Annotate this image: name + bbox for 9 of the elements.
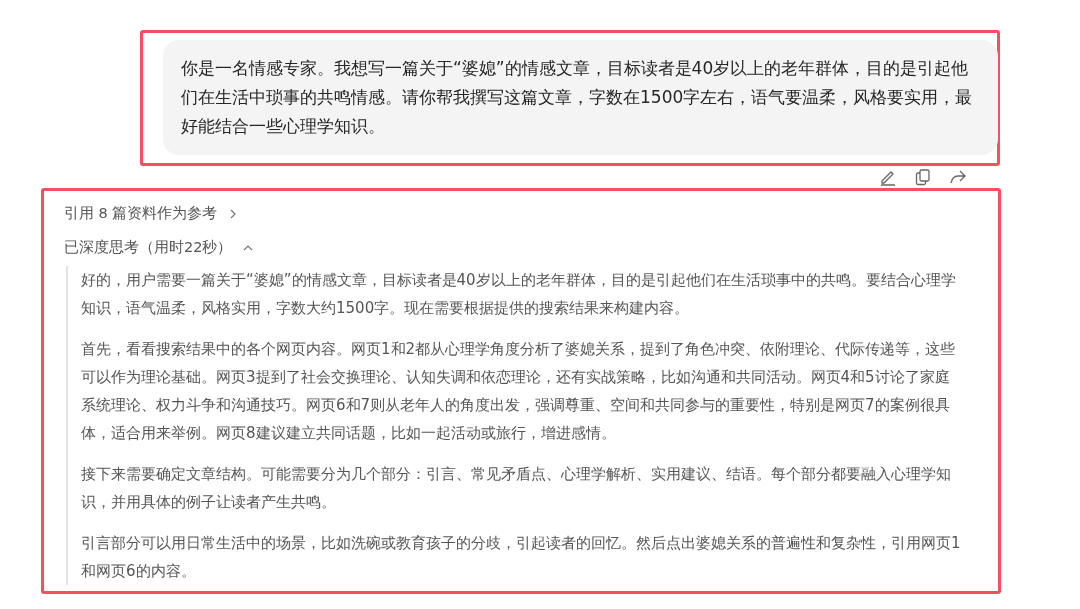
thought-paragraph: 引言部分可以用日常生活中的场景，比如洗碗或教育孩子的分歧，引起读者的回忆。然后点出婆媳关系的普遍性和复杂性，引用网页1和网页6的内容。 xyxy=(81,533,962,582)
copy-icon[interactable] xyxy=(914,168,932,186)
references-toggle[interactable]: 引用 8 篇资料作为参考 xyxy=(64,204,240,223)
thought-paragraph: 好的，用户需要一篇关于“婆媳”的情感文章，目标读者是40岁以上的老年群体，目的是引起他们在生活琐事中的共鸣。要结合心理学知识，语气温柔，风格实用，字数大约1500字。现在需要根据提供的搜索结果来构建内容。 xyxy=(81,270,957,319)
share-icon[interactable] xyxy=(949,168,967,186)
thought-paragraph: 接下来需要确定文章结构。可能需要分为几个部分：引言、常见矛盾点、心理学解析、实用建议、结语。每个部分都要融入心理学知识，并用具体的例子让读者产生共鸣。 xyxy=(81,464,952,513)
thought-paragraph: 首先，看看搜索结果中的各个网页内容。网页1和2都从心理学角度分析了婆媳关系，提到了角色冲突、依附理论、代际传递等，这些可以作为理论基础。网页3提到了社会交换理论、认知失调和依恋理论，还有实战策略，比如沟通和共同活动。网页4和5讨论了家庭系统理论、权力斗争和沟通技巧。网页6和7则从老年人的角度出发，强调尊重、空间和共同参与的重要性，特别是网页7的案例很具体，适合用来举例。网页8建议建立共同话题，比如一起活动或旅行，增进感情。 xyxy=(81,339,957,444)
user-message: 你是一名情感专家。我想写一篇关于“婆媳”的情感文章，目标读者是40岁以上的老年群体，目的是引起他们在生活中琐事的共鸣情感。请你帮我撰写这篇文章，字数在1500字左右，语气要温柔，风格要实用，最好能结合一些心理学知识。 xyxy=(163,40,998,155)
thinking-toggle[interactable]: 已深度思考（用时22秒） xyxy=(64,238,255,257)
